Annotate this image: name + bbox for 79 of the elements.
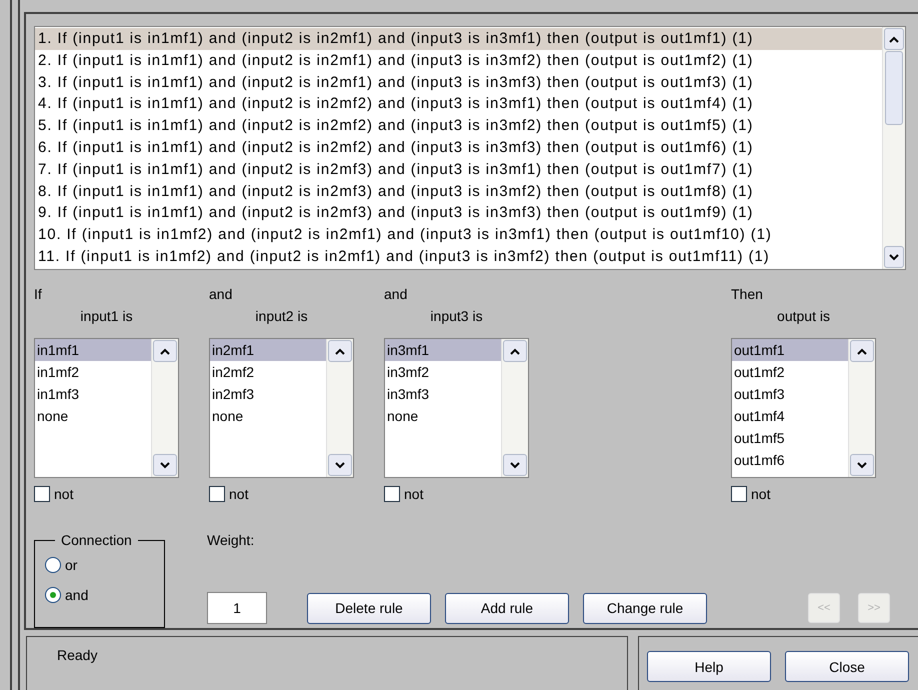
- membership-list[interactable]: in3mf1 in3mf2 in3mf3 none: [384, 338, 529, 478]
- rule-item[interactable]: 7. If (input1 is in1mf1) and (input2 is in2mf3) and (input3 is in3mf1) then (output is out1mf7) (1): [35, 158, 882, 181]
- scrollbar[interactable]: [501, 339, 528, 477]
- rule-item[interactable]: 3. If (input1 is in1mf1) and (input2 is in2mf1) and (input3 is in3mf3) then (output is out1mf3) (1): [35, 72, 882, 94]
- radio-label: or: [65, 557, 78, 573]
- list-item[interactable]: in2mf1: [210, 339, 326, 361]
- scroll-thumb[interactable]: [885, 51, 903, 125]
- weight-field[interactable]: 1: [207, 592, 267, 624]
- scrollbar[interactable]: [326, 339, 353, 477]
- not-checkbox[interactable]: [731, 486, 747, 502]
- rule-item[interactable]: 5. If (input1 is in1mf1) and (input2 is in2mf2) and (input3 is in3mf2) then (output is out1mf5) (1): [35, 115, 882, 137]
- connection-title: Connection: [60, 532, 133, 548]
- list-item[interactable]: none: [35, 405, 151, 427]
- not-checkbox[interactable]: [209, 486, 225, 502]
- list-item[interactable]: in2mf2: [210, 361, 326, 383]
- not-checkbox[interactable]: [34, 486, 50, 502]
- list-item[interactable]: out1mf2: [732, 361, 848, 383]
- rule-item[interactable]: 9. If (input1 is in1mf1) and (input2 is in2mf3) and (input3 is in3mf3) then (output is out1mf9) (1): [35, 202, 882, 224]
- scroll-down-icon[interactable]: [503, 454, 527, 476]
- list-item[interactable]: out1mf3: [732, 383, 848, 405]
- rule-list[interactable]: [34, 26, 906, 270]
- scroll-up-icon[interactable]: [153, 340, 177, 362]
- variable-label: input3 is: [430, 307, 483, 326]
- membership-list[interactable]: in2mf1 in2mf2 in2mf3 none: [209, 338, 354, 478]
- rule-item[interactable]: 2. If (input1 is in1mf1) and (input2 is in2mf1) and (input3 is in3mf2) then (output is out1mf2) (1): [35, 50, 882, 72]
- weight-label: Weight:: [207, 532, 256, 548]
- connector-label: Then: [731, 285, 763, 304]
- scroll-up-icon[interactable]: [503, 340, 527, 362]
- scroll-up-icon[interactable]: [850, 340, 874, 362]
- rule-button[interactable]: Change rule: [583, 592, 707, 624]
- not-checkbox[interactable]: [384, 486, 400, 502]
- list-item[interactable]: in3mf1: [385, 339, 501, 361]
- rule-item[interactable]: 10. If (input1 is in1mf2) and (input2 is in2mf1) and (input3 is in3mf1) then (output is out1mf10) (1): [35, 224, 882, 246]
- membership-list[interactable]: in1mf1 in1mf2 in1mf3 none: [34, 338, 179, 478]
- scroll-down-icon[interactable]: [850, 454, 874, 476]
- scrollbar[interactable]: [151, 339, 178, 477]
- not-label: not: [404, 486, 424, 502]
- rule-button[interactable]: Add rule: [445, 592, 569, 624]
- dialog-button[interactable]: Close: [785, 651, 909, 682]
- list-item[interactable]: in1mf1: [35, 339, 151, 361]
- scroll-down-icon[interactable]: [884, 246, 904, 268]
- connector-label: and: [209, 285, 232, 304]
- dialog-button[interactable]: Help: [647, 651, 771, 682]
- list-item[interactable]: out1mf1: [732, 339, 848, 361]
- connector-label: If: [34, 285, 42, 304]
- list-item[interactable]: out1mf4: [732, 405, 848, 427]
- connector-label: and: [384, 285, 408, 304]
- scroll-down-icon[interactable]: [153, 454, 177, 476]
- not-label: not: [229, 486, 248, 502]
- not-label: not: [54, 486, 74, 502]
- list-item[interactable]: in3mf3: [385, 383, 501, 405]
- status-text: Ready: [57, 647, 98, 663]
- not-label: not: [751, 486, 770, 502]
- variable-label: input1 is: [80, 307, 133, 326]
- list-item[interactable]: in1mf2: [35, 361, 151, 383]
- scrollbar[interactable]: [848, 339, 875, 477]
- scroll-down-icon[interactable]: [328, 454, 352, 476]
- list-item[interactable]: none: [210, 405, 326, 427]
- scroll-up-icon[interactable]: [884, 28, 904, 50]
- list-item[interactable]: out1mf6: [732, 449, 848, 471]
- rule-item[interactable]: 11. If (input1 is in1mf2) and (input2 is in2mf1) and (input3 is in3mf2) then (output is out1mf11) (1): [35, 246, 882, 268]
- rule-item[interactable]: 4. If (input1 is in1mf1) and (input2 is in2mf2) and (input3 is in3mf1) then (output is out1mf4) (1): [35, 93, 882, 116]
- rule-item[interactable]: 6. If (input1 is in1mf1) and (input2 is in2mf2) and (input3 is in3mf3) then (output is out1mf6) (1): [35, 136, 882, 159]
- variable-label: output is: [777, 307, 830, 326]
- rule-item[interactable]: 1. If (input1 is in1mf1) and (input2 is in2mf1) and (input3 is in3mf1) then (output is out1mf1) (1): [35, 28, 882, 50]
- scrollbar[interactable]: [882, 27, 905, 269]
- membership-list[interactable]: out1mf1 out1mf2 out1mf3 out1mf4 out1mf5 out1mf6: [731, 338, 876, 478]
- rule-button[interactable]: Delete rule: [307, 592, 431, 624]
- variable-label: input2 is: [255, 307, 308, 326]
- rule-item[interactable]: 8. If (input1 is in1mf1) and (input2 is in2mf3) and (input3 is in3mf2) then (output is out1mf8) (1): [35, 180, 882, 202]
- radio-button[interactable]: [45, 587, 61, 603]
- scroll-up-icon[interactable]: [328, 340, 352, 362]
- list-item[interactable]: in1mf3: [35, 383, 151, 405]
- list-item[interactable]: in2mf3: [210, 383, 326, 405]
- list-item[interactable]: none: [385, 405, 501, 427]
- radio-label: and: [65, 587, 88, 603]
- radio-button[interactable]: [45, 557, 61, 573]
- list-item[interactable]: in3mf2: [385, 361, 501, 383]
- list-item[interactable]: out1mf5: [732, 427, 848, 449]
